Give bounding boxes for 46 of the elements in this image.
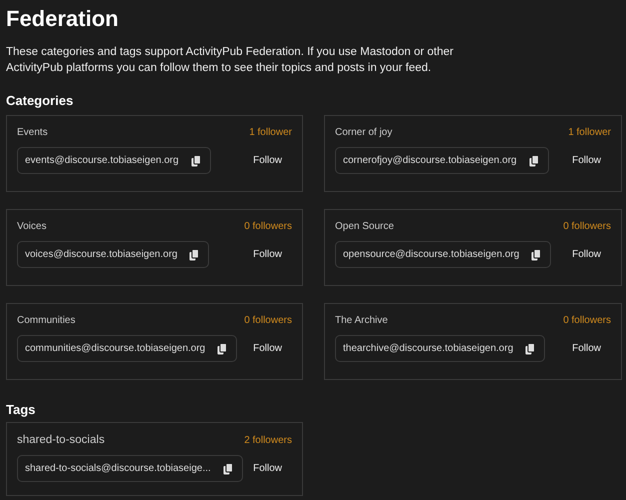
category-name: The Archive [335,315,388,326]
follower-count: 0 followers [244,221,292,232]
follower-count: 2 followers [244,434,292,446]
category-name: Communities [17,315,76,326]
description: These categories and tags support ActivityPub Federation. If you use Mastodon or other ActivityPub platforms you can follow them to see their topics and posts in your feed. [6,45,454,76]
follow-button[interactable]: Follow [245,245,290,264]
address-text: events@discourse.tobiaseigen.org [25,155,179,166]
category-name: shared-to-socials [17,434,105,446]
address-text: voices@discourse.tobiaseigen.org [25,249,178,260]
address-field[interactable]: communities@discourse.tobiaseigen.org [17,335,238,362]
category-name: Open Source [335,221,394,232]
follower-count: 0 followers [563,221,611,232]
address-text: communities@discourse.tobiaseigen.org [25,343,206,354]
address-field[interactable]: opensource@discourse.tobiaseigen.org [335,241,552,268]
address-field[interactable]: cornerofjoy@discourse.tobiaseigen.org [335,147,549,174]
follower-count: 0 followers [244,315,292,326]
follower-count: 1 follower [249,127,292,138]
address-text: thearchive@discourse.tobiaseigen.org [343,343,514,354]
copy-icon[interactable] [217,342,228,354]
category-name: Voices [17,221,46,232]
address-field[interactable]: thearchive@discourse.tobiaseigen.org [335,335,546,362]
section-heading: Tags [6,402,36,417]
category-name: Events [17,127,48,138]
copy-icon[interactable] [528,154,539,166]
follow-button[interactable]: Follow [245,339,290,358]
follower-count: 0 followers [563,315,611,326]
address-text: cornerofjoy@discourse.tobiaseigen.org [343,155,517,166]
address-text: shared-to-socials@discourse.tobiaseige... [25,463,211,474]
follow-button[interactable]: Follow [564,245,609,264]
follow-button[interactable]: Follow [564,339,609,358]
copy-icon[interactable] [531,248,542,260]
section-heading: Categories [6,93,74,108]
address-field[interactable]: events@discourse.tobiaseigen.org [17,147,211,174]
address-field[interactable]: shared-to-socials@discourse.tobiaseige... [17,455,243,482]
copy-icon[interactable] [189,248,200,260]
follow-button[interactable]: Follow [564,151,609,170]
follower-count: 1 follower [568,127,611,138]
copy-icon[interactable] [222,462,233,474]
copy-icon[interactable] [525,342,536,354]
page-title: Federation [6,6,120,32]
follow-button[interactable]: Follow [245,459,290,478]
follow-button[interactable]: Follow [245,151,290,170]
address-text: opensource@discourse.tobiaseigen.org [343,249,520,260]
category-name: Corner of joy [335,127,392,138]
copy-icon[interactable] [190,154,201,166]
address-field[interactable]: voices@discourse.tobiaseigen.org [17,241,210,268]
